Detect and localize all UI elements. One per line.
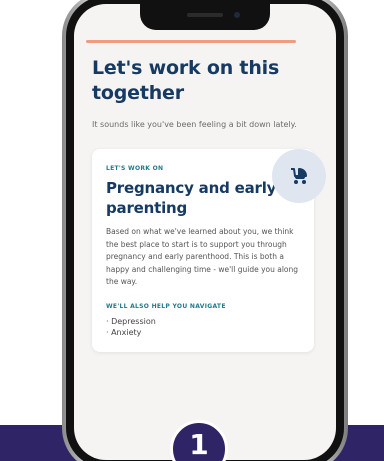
front-camera <box>234 12 240 18</box>
accent-bar <box>86 40 296 43</box>
stroller-icon-svg <box>291 168 307 184</box>
phone-bezel: Let's work on this together It sounds li… <box>66 0 344 461</box>
recommendation-card[interactable]: LET'S WORK ON Pregnancy and early parent… <box>92 149 326 352</box>
phone-screen: Let's work on this together It sounds li… <box>74 4 336 460</box>
list-item: · Depression <box>106 316 156 326</box>
stroller-icon <box>272 149 326 203</box>
speaker-grille <box>187 13 223 17</box>
phone-notch <box>140 4 270 30</box>
list-item: · Anxiety <box>106 327 142 337</box>
phone-frame: Let's work on this together It sounds li… <box>62 0 348 461</box>
step-number: 1 <box>189 428 209 461</box>
screen-content: Let's work on this together It sounds li… <box>92 56 326 352</box>
page-subtitle: It sounds like you've been feeling a bit… <box>92 120 297 129</box>
page-title: Let's work on this together <box>92 57 280 104</box>
card-body: Based on what we've learned about you, w… <box>106 227 299 286</box>
navigate-section-label: WE'LL ALSO HELP YOU NAVIGATE <box>106 302 226 310</box>
navigate-list: · Depression · Anxiety <box>106 316 302 338</box>
